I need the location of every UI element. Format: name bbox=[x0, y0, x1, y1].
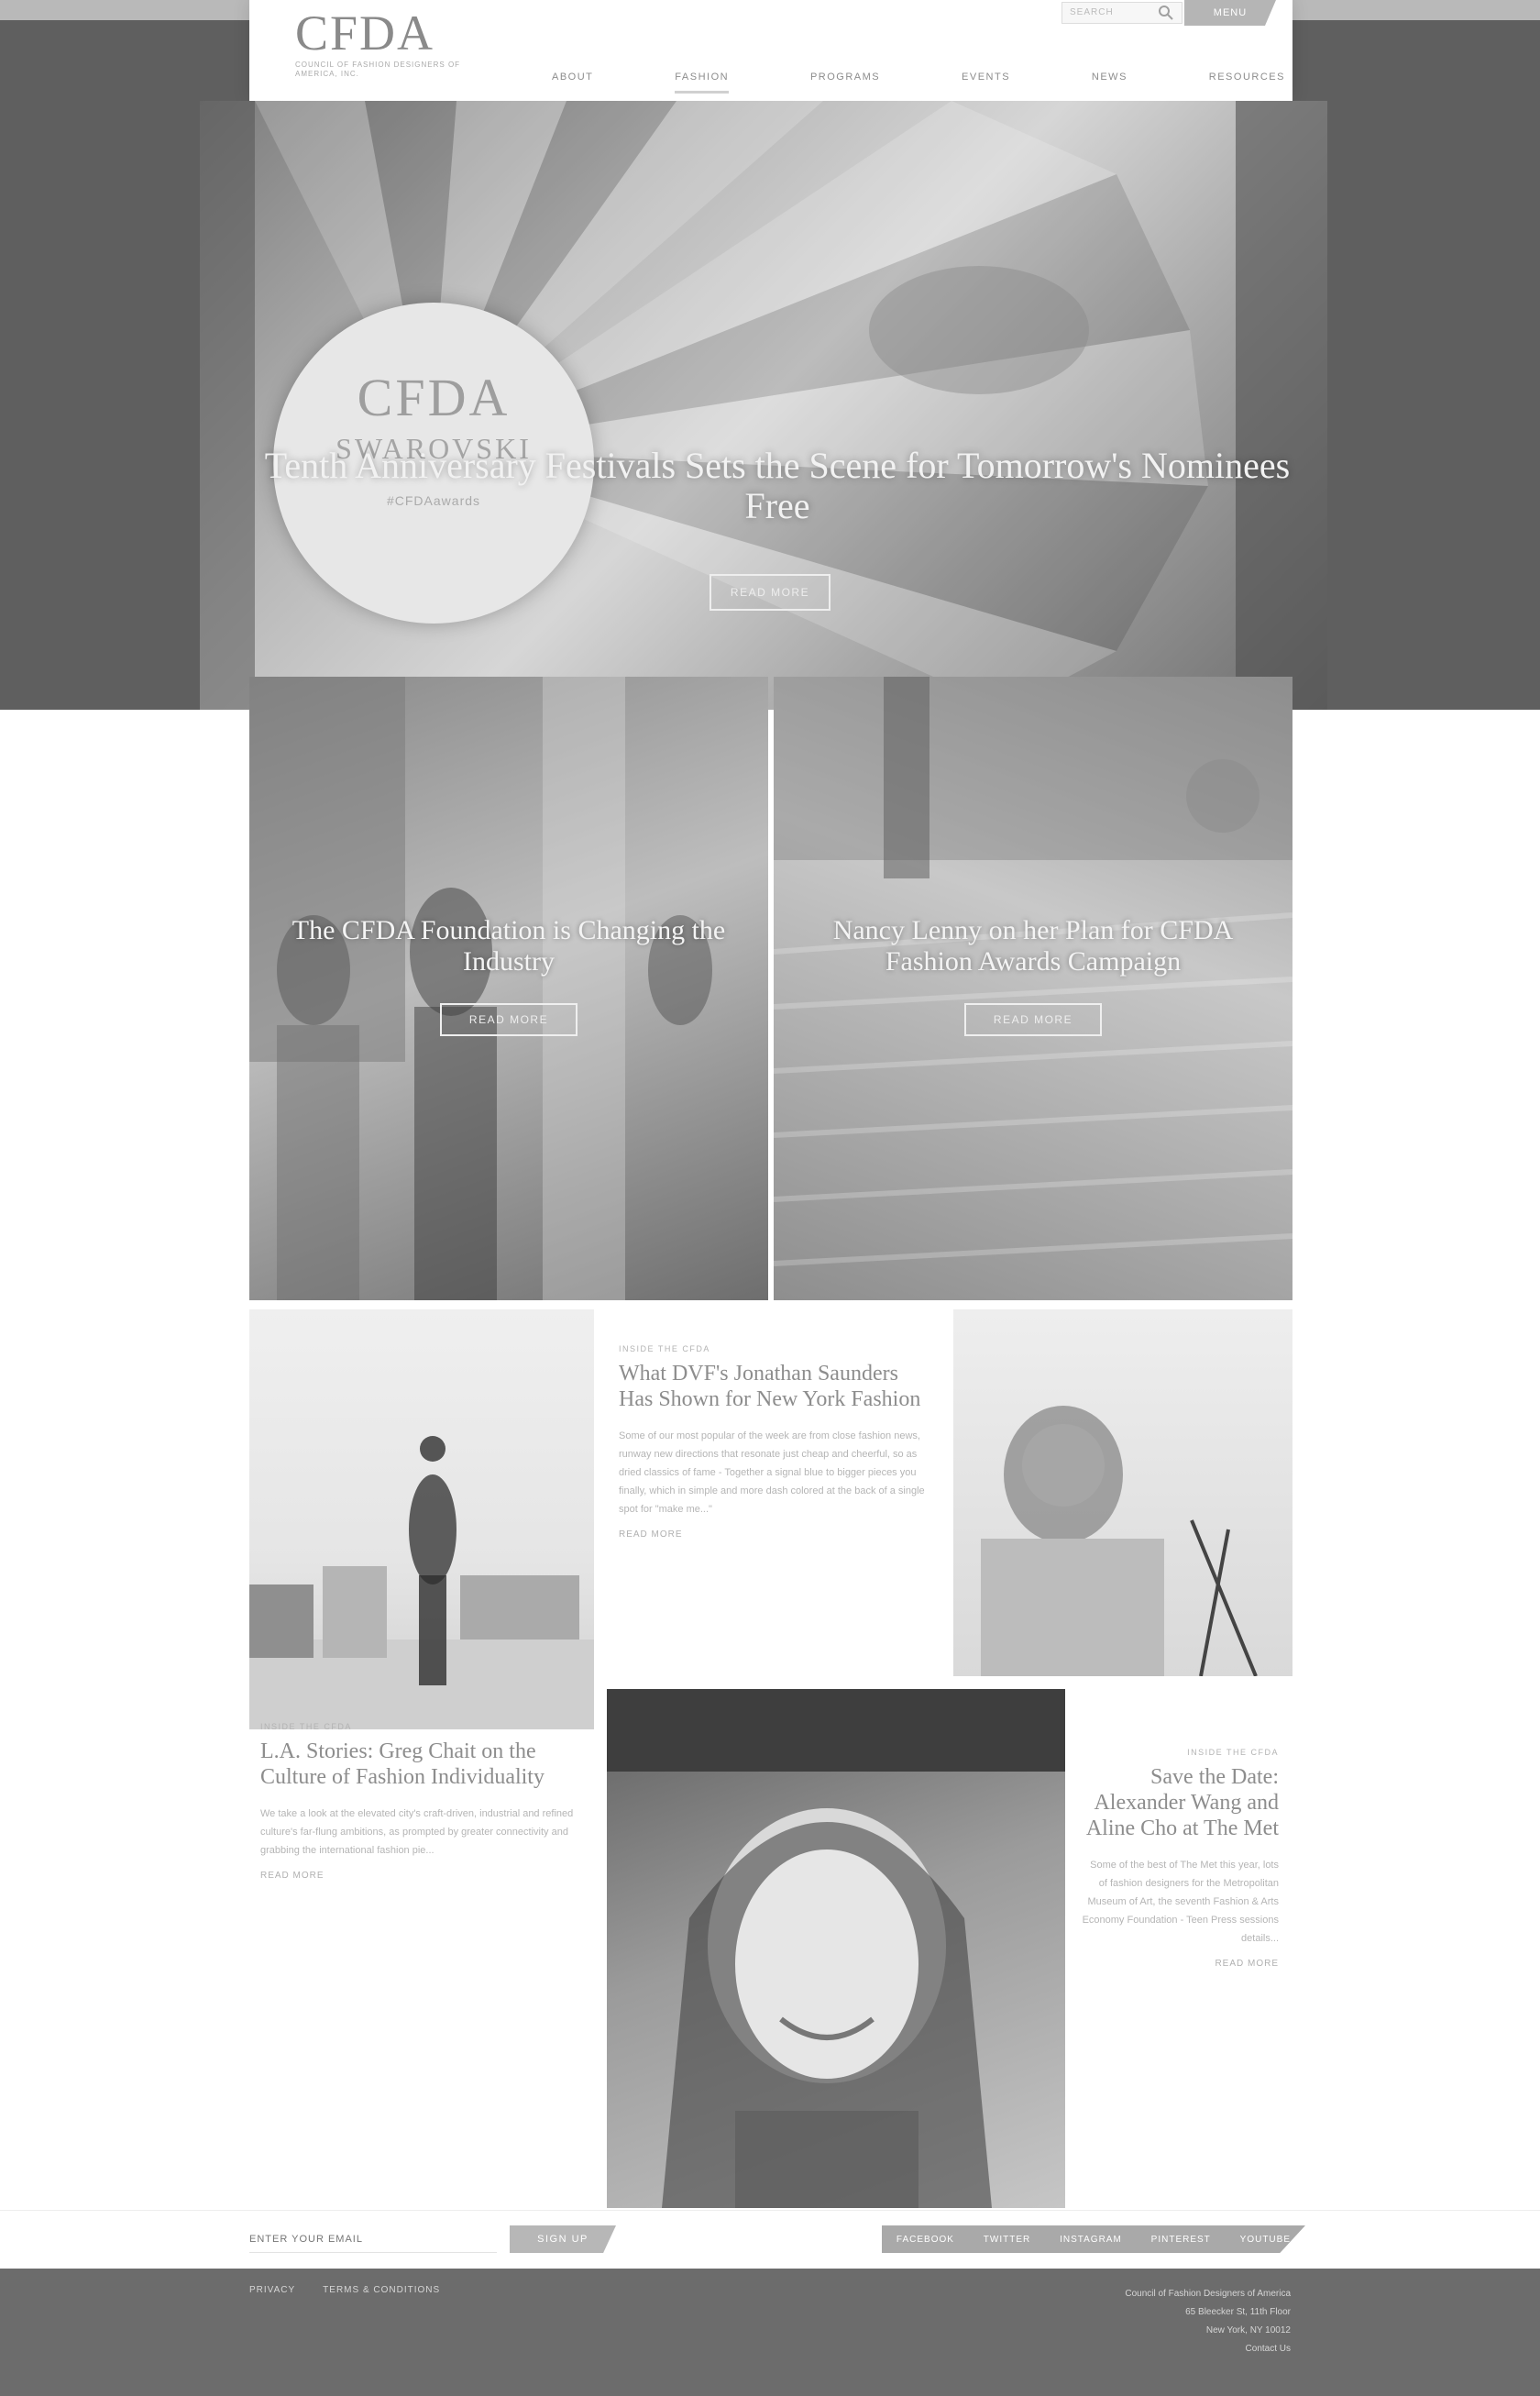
feature-read-more-button[interactable]: READ MORE bbox=[964, 1003, 1102, 1036]
story-excerpt: We take a look at the elevated city's cr… bbox=[260, 1808, 574, 1856]
hero-read-more-button[interactable]: READ MORE bbox=[710, 574, 830, 611]
footer-terms-link[interactable]: TERMS & CONDITIONS bbox=[323, 2285, 440, 2295]
newsletter-strip: SIGN UP FACEBOOK TWITTER INSTAGRAM PINTE… bbox=[0, 2210, 1540, 2269]
footer-contact-link[interactable]: Contact Us bbox=[1052, 2340, 1291, 2358]
story-title[interactable]: Save the Date: Alexander Wang and Aline … bbox=[1082, 1764, 1279, 1841]
feature-image bbox=[774, 677, 1292, 1300]
social-links: FACEBOOK TWITTER INSTAGRAM PINTEREST YOU… bbox=[882, 2225, 1305, 2253]
story-card[interactable]: INSIDE THE CFDA L.A. Stories: Greg Chait… bbox=[260, 1722, 578, 1881]
social-instagram[interactable]: INSTAGRAM bbox=[1060, 2235, 1122, 2245]
nav-events[interactable]: EVENTS bbox=[962, 72, 1010, 94]
logo: CFDA bbox=[295, 6, 435, 61]
story-title[interactable]: L.A. Stories: Greg Chait on the Culture … bbox=[260, 1739, 578, 1790]
footer-line: Council of Fashion Designers of America bbox=[1125, 2289, 1291, 2299]
footer-address: Council of Fashion Designers of America … bbox=[1052, 2285, 1291, 2358]
footer-privacy-link[interactable]: PRIVACY bbox=[249, 2285, 295, 2295]
social-twitter[interactable]: TWITTER bbox=[984, 2235, 1030, 2245]
footer-line: 65 Bleecker St, 11th Floor bbox=[1185, 2307, 1291, 2317]
nav-resources[interactable]: RESOURCES bbox=[1209, 72, 1285, 94]
nav-news[interactable]: NEWS bbox=[1092, 72, 1128, 94]
nav-programs[interactable]: PROGRAMS bbox=[810, 72, 880, 94]
feature-title: The CFDA Foundation is Changing the Indu… bbox=[292, 915, 726, 977]
hero-title[interactable]: Tenth Anniversary Festivals Sets the Sce… bbox=[255, 446, 1300, 526]
main-nav: ABOUT FASHION PROGRAMS EVENTS NEWS RESOU… bbox=[552, 72, 1285, 94]
nav-fashion[interactable]: FASHION bbox=[675, 72, 730, 94]
footer-links: PRIVACY TERMS & CONDITIONS bbox=[249, 2285, 440, 2295]
site-footer: PRIVACY TERMS & CONDITIONS Council of Fa… bbox=[0, 2269, 1540, 2396]
email-field[interactable] bbox=[249, 2225, 497, 2253]
story-image[interactable] bbox=[607, 1689, 1065, 2208]
read-more-link[interactable]: READ MORE bbox=[260, 1871, 578, 1881]
feature-tile[interactable]: The CFDA Foundation is Changing the Indu… bbox=[249, 677, 768, 1300]
feature-tile[interactable]: Nancy Lenny on her Plan for CFDA Fashion… bbox=[774, 677, 1292, 1300]
footer-line: New York, NY 10012 bbox=[1205, 2325, 1291, 2335]
site-header: CFDA COUNCIL OF FASHION DESIGNERS OF AME… bbox=[249, 0, 1292, 101]
story-excerpt: Some of the best of The Met this year, l… bbox=[1082, 1860, 1279, 1944]
story-image[interactable] bbox=[249, 1309, 594, 1729]
story-kicker: INSIDE THE CFDA bbox=[1187, 1748, 1279, 1757]
read-more-link[interactable]: READ MORE bbox=[619, 1529, 935, 1540]
social-youtube[interactable]: YOUTUBE bbox=[1240, 2235, 1291, 2245]
story-title[interactable]: What DVF's Jonathan Saunders Has Shown f… bbox=[619, 1361, 935, 1412]
feature-title: Nancy Lenny on her Plan for CFDA Fashion… bbox=[832, 915, 1234, 977]
story-excerpt: Some of our most popular of the week are… bbox=[619, 1430, 925, 1515]
feature-read-more-button[interactable]: READ MORE bbox=[440, 1003, 578, 1036]
nav-about[interactable]: ABOUT bbox=[552, 72, 593, 94]
story-image[interactable] bbox=[953, 1309, 1292, 1676]
social-facebook[interactable]: FACEBOOK bbox=[896, 2235, 954, 2245]
menu-button[interactable]: MENU bbox=[1184, 0, 1276, 26]
social-pinterest[interactable]: PINTEREST bbox=[1151, 2235, 1211, 2245]
search-icon[interactable] bbox=[1157, 4, 1175, 22]
hero-banner[interactable]: CFDA SWAROVSKI #CFDAawards Tenth Anniver… bbox=[200, 101, 1327, 710]
read-more-link[interactable]: READ MORE bbox=[1082, 1959, 1279, 1969]
logo-subtitle: COUNCIL OF FASHION DESIGNERS OF AMERICA,… bbox=[295, 61, 461, 78]
signup-button[interactable]: SIGN UP bbox=[510, 2225, 616, 2253]
story-kicker: INSIDE THE CFDA bbox=[619, 1344, 710, 1353]
story-card[interactable]: INSIDE THE CFDA Save the Date: Alexander… bbox=[1082, 1748, 1279, 1969]
badge-logo: CFDA bbox=[357, 368, 511, 427]
story-card[interactable]: INSIDE THE CFDA What DVF's Jonathan Saun… bbox=[619, 1344, 935, 1540]
feature-image bbox=[249, 677, 768, 1300]
story-kicker: INSIDE THE CFDA bbox=[260, 1722, 352, 1731]
logo-link[interactable]: CFDA COUNCIL OF FASHION DESIGNERS OF AME… bbox=[295, 6, 478, 88]
